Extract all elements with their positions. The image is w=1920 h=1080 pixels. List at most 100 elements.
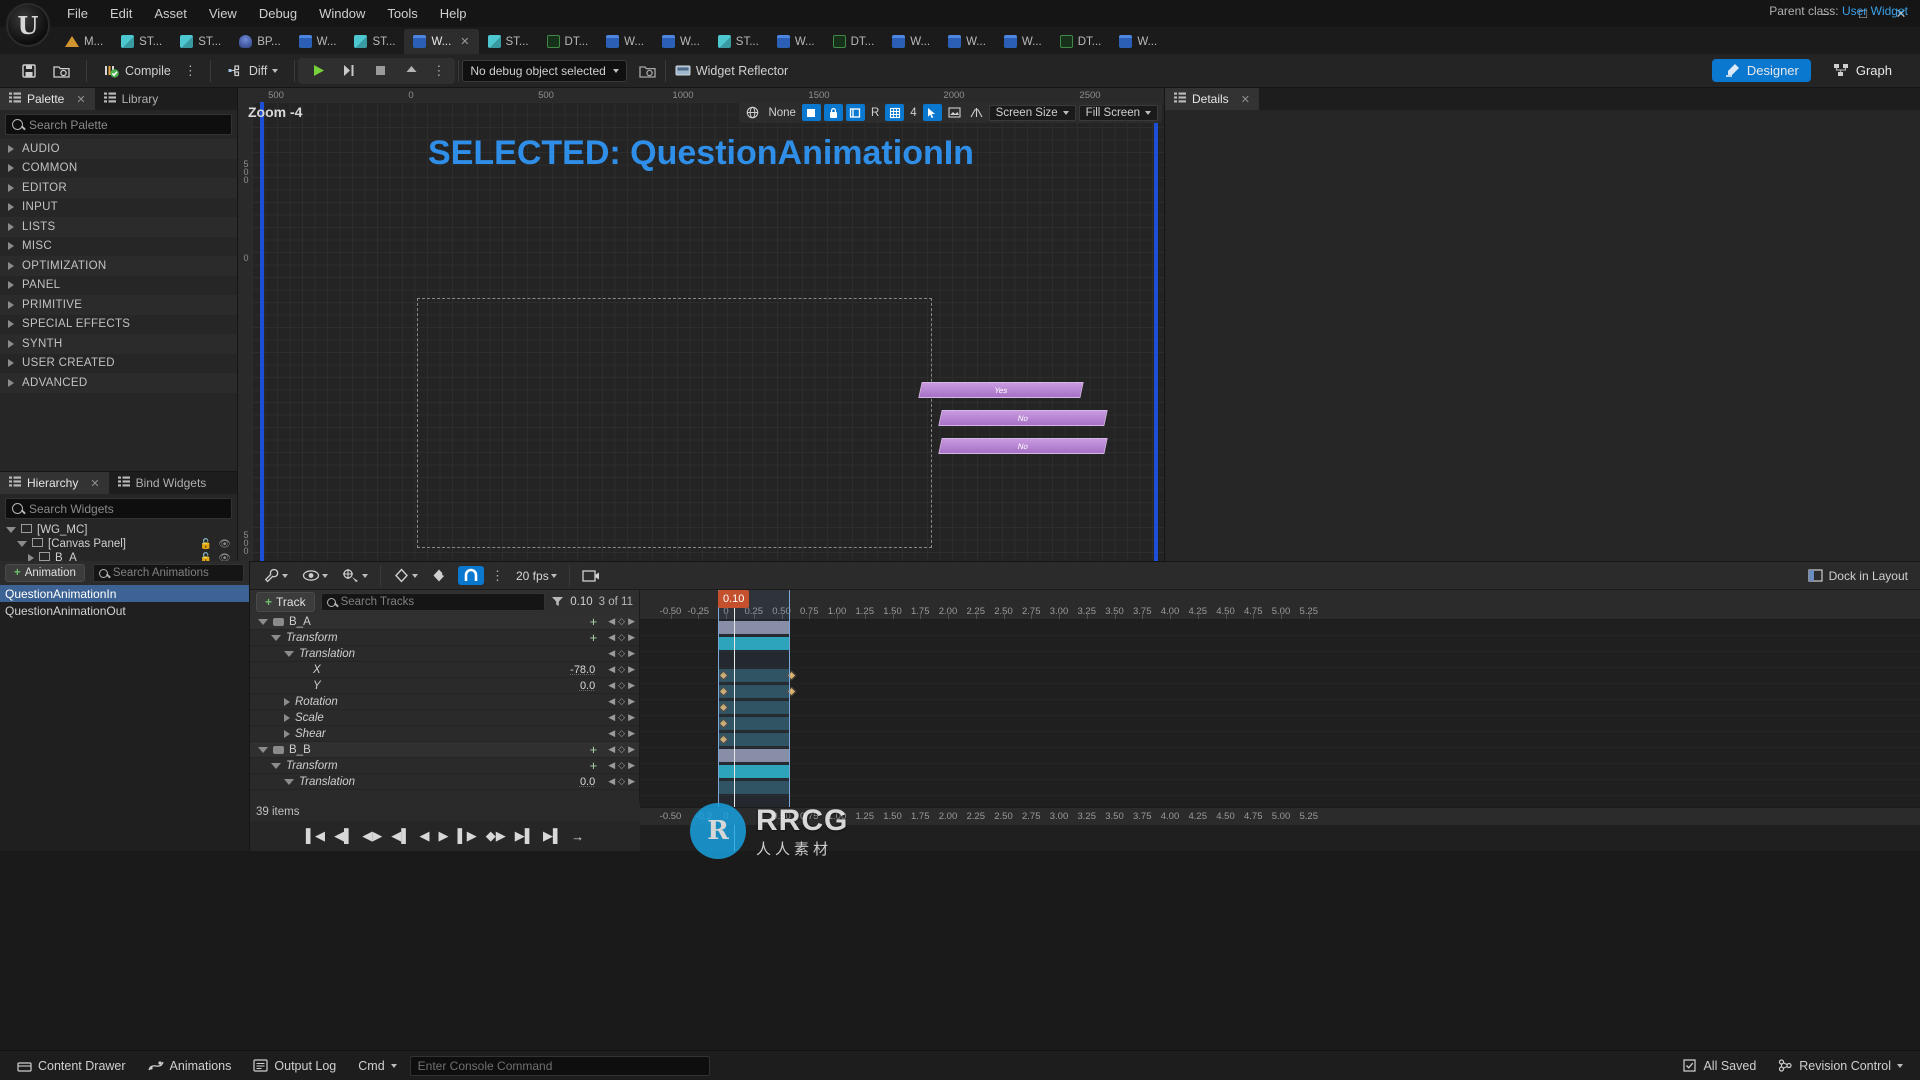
- asset-tab-8[interactable]: DT...: [538, 29, 598, 54]
- expand-triangle-icon[interactable]: [8, 339, 14, 348]
- next-key-icon[interactable]: ▶: [628, 664, 635, 675]
- asset-tab-13[interactable]: DT...: [824, 29, 884, 54]
- add-key-icon[interactable]: ◇: [618, 712, 625, 723]
- palette-category-advanced[interactable]: ADVANCED: [0, 373, 237, 393]
- timeline-lane[interactable]: [640, 620, 1920, 636]
- previous-key-icon[interactable]: ◀: [608, 776, 615, 787]
- compile-options-kebab[interactable]: ⋮: [181, 64, 200, 77]
- palette-category-primitive[interactable]: PRIMITIVE: [0, 295, 237, 315]
- image-icon[interactable]: [945, 104, 964, 121]
- previous-key-button[interactable]: ◀▌: [334, 828, 353, 844]
- sequencer-track-row[interactable]: Rotation ◀ ◇ ▶: [250, 694, 639, 710]
- eye-icon[interactable]: [297, 567, 333, 584]
- step-forward-button[interactable]: ▶▌: [515, 828, 534, 844]
- asset-tab-14[interactable]: W...: [883, 29, 939, 54]
- browse-content-button[interactable]: [47, 60, 76, 82]
- menu-item-tools[interactable]: Tools: [376, 1, 428, 26]
- asset-tab-9[interactable]: W...: [597, 29, 653, 54]
- add-key-icon[interactable]: ◇: [618, 776, 625, 787]
- asset-tab-17[interactable]: DT...: [1051, 29, 1111, 54]
- timeline-selection-range[interactable]: [718, 590, 790, 825]
- reverse-play-button[interactable]: ◀: [420, 828, 430, 844]
- timeline-lane[interactable]: [640, 764, 1920, 780]
- expand-triangle-icon[interactable]: [258, 746, 268, 753]
- sequencer-track-row[interactable]: Shear ◀ ◇ ▶: [250, 726, 639, 742]
- timeline-lane[interactable]: [640, 652, 1920, 668]
- sequencer-track-value[interactable]: 0.0: [580, 680, 595, 692]
- expand-triangle-icon[interactable]: [8, 281, 14, 290]
- palette-category-lists[interactable]: LISTS: [0, 217, 237, 237]
- palette-category-audio[interactable]: AUDIO: [0, 139, 237, 159]
- next-key-icon[interactable]: ▶: [628, 776, 635, 787]
- designer-mode-button[interactable]: Designer: [1711, 59, 1811, 82]
- key-nav-controls[interactable]: ◀ ◇ ▶: [608, 776, 635, 787]
- next-key-icon[interactable]: ▶: [628, 616, 635, 627]
- outline-icon[interactable]: [845, 104, 865, 121]
- fill-screen-dropdown[interactable]: Fill Screen: [1078, 104, 1158, 121]
- compile-button[interactable]: Compile: [97, 60, 177, 82]
- palette-category-misc[interactable]: MISC: [0, 237, 237, 257]
- timeline-lane[interactable]: [640, 732, 1920, 748]
- next-frame-button[interactable]: ▌▶: [458, 828, 477, 844]
- cursor-icon[interactable]: [922, 104, 942, 121]
- lock-icon[interactable]: [823, 104, 843, 121]
- palette-category-panel[interactable]: PANEL: [0, 276, 237, 296]
- expand-triangle-icon[interactable]: [284, 713, 290, 722]
- expand-triangle-icon[interactable]: [8, 203, 14, 212]
- add-section-icon[interactable]: +: [590, 758, 598, 773]
- hierarchy-node[interactable]: [WG_MC]: [0, 523, 237, 537]
- output-log-button[interactable]: Output Log: [244, 1056, 345, 1076]
- add-animation-button[interactable]: + Animation: [5, 564, 85, 582]
- selected-widget-bounds[interactable]: [417, 298, 932, 548]
- expand-triangle-icon[interactable]: [8, 242, 14, 251]
- menu-item-debug[interactable]: Debug: [248, 1, 308, 26]
- close-tab-icon[interactable]: ✕: [460, 35, 469, 48]
- expand-triangle-icon[interactable]: [8, 183, 14, 192]
- add-section-icon[interactable]: +: [590, 614, 598, 629]
- fps-dropdown[interactable]: 20 fps: [511, 567, 562, 585]
- button-widget-no-1[interactable]: No: [938, 410, 1108, 426]
- sequencer-track-row[interactable]: Scale ◀ ◇ ▶: [250, 710, 639, 726]
- asset-tab-2[interactable]: ST...: [171, 29, 230, 54]
- lock-icon[interactable]: 🔓: [200, 539, 212, 550]
- palette-category-synth[interactable]: SYNTH: [0, 334, 237, 354]
- previous-key-icon[interactable]: ◀: [608, 712, 615, 723]
- timeline-playhead-label[interactable]: 0.10: [718, 590, 750, 608]
- key-nav-controls[interactable]: ◀ ◇ ▶: [608, 664, 635, 675]
- expand-triangle-icon[interactable]: [8, 144, 14, 153]
- previous-key-icon[interactable]: ◀: [608, 728, 615, 739]
- actions-icon[interactable]: [337, 566, 373, 585]
- panel-tab-hierarchy[interactable]: Hierarchy ✕: [0, 472, 109, 494]
- key-nav-controls[interactable]: ◀ ◇ ▶: [608, 648, 635, 659]
- hierarchy-search-input[interactable]: Search Widgets: [5, 498, 232, 519]
- play-options-kebab[interactable]: ⋮: [429, 64, 448, 77]
- next-key-icon[interactable]: ▶: [628, 712, 635, 723]
- viewport-r-label[interactable]: R: [868, 107, 882, 119]
- menu-item-asset[interactable]: Asset: [143, 1, 198, 26]
- asset-tab-7[interactable]: ST...: [479, 29, 538, 54]
- asset-tab-6[interactable]: W... ✕: [404, 29, 479, 54]
- add-key-icon[interactable]: ◇: [618, 648, 625, 659]
- expand-triangle-icon[interactable]: [284, 697, 290, 706]
- step-back-button[interactable]: ◀▶: [362, 828, 382, 844]
- eject-button[interactable]: [398, 60, 425, 81]
- previous-key-icon[interactable]: ◀: [608, 664, 615, 675]
- menu-item-help[interactable]: Help: [429, 1, 478, 26]
- previous-key-icon[interactable]: ◀: [608, 680, 615, 691]
- expand-triangle-icon[interactable]: [17, 541, 27, 547]
- flip-icon[interactable]: [967, 104, 986, 121]
- hierarchy-node[interactable]: [Canvas Panel] 🔓 👁: [0, 537, 237, 551]
- grid-icon[interactable]: [885, 104, 905, 121]
- previous-key-icon[interactable]: ◀: [608, 632, 615, 643]
- globe-icon[interactable]: [743, 104, 762, 121]
- expand-triangle-icon[interactable]: [8, 222, 14, 231]
- next-key-button[interactable]: ◆▶: [486, 828, 506, 844]
- animation-item-1[interactable]: QuestionAnimationOut: [0, 602, 249, 619]
- asset-tab-12[interactable]: W...: [768, 29, 824, 54]
- sequencer-track-row[interactable]: Translation 0.0 ◀ ◇ ▶: [250, 774, 639, 790]
- browse-debug-object-button[interactable]: [633, 60, 662, 82]
- close-panel-icon[interactable]: ✕: [1241, 93, 1250, 106]
- dock-in-layout-button[interactable]: Dock in Layout: [1808, 569, 1912, 583]
- sequencer-track-value[interactable]: -78.0: [570, 664, 595, 676]
- sequencer-track-row[interactable]: Transform + ◀ ◇ ▶: [250, 630, 639, 646]
